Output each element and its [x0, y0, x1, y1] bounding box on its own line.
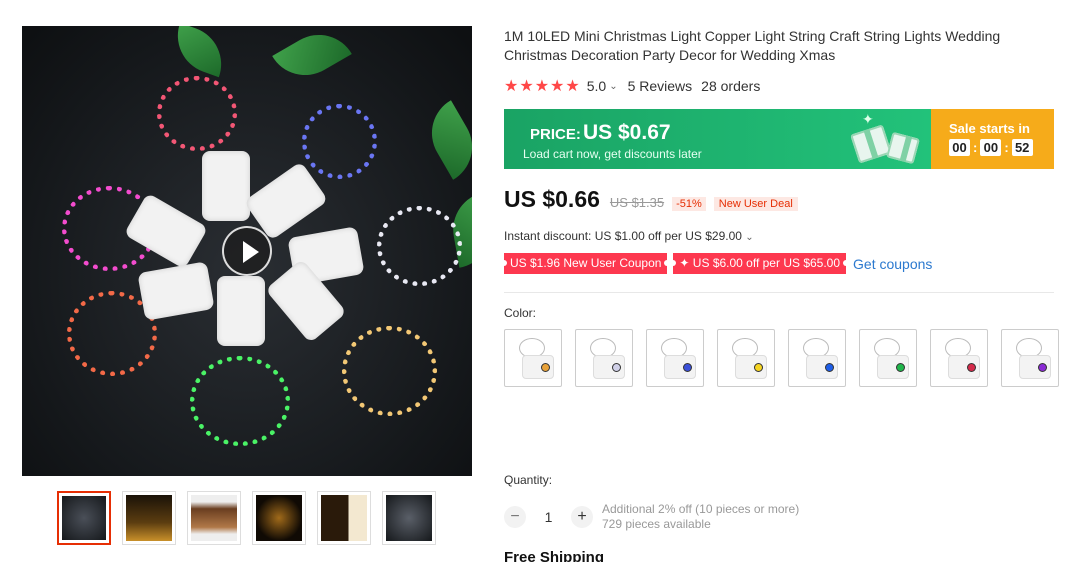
swatch-color-dot	[825, 363, 834, 372]
light-coil-white	[377, 206, 462, 286]
rating-value[interactable]: 5.0	[587, 78, 606, 94]
thumbnail-strip	[57, 491, 436, 545]
swatch-color-dot	[612, 363, 621, 372]
light-coil-blue	[302, 104, 377, 179]
color-swatch-purple[interactable]	[1001, 329, 1059, 387]
swatch-color-dot	[1038, 363, 1047, 372]
battery-box	[202, 151, 250, 221]
leaf-decoration	[418, 100, 472, 180]
leaf-decoration	[167, 26, 232, 78]
price-row: US $0.66 US $1.35 -51% New User Deal	[504, 186, 798, 213]
reviews-link[interactable]: 5 Reviews	[628, 78, 693, 94]
product-main-image[interactable]	[22, 26, 472, 476]
product-title: 1M 10LED Mini Christmas Light Copper Lig…	[504, 28, 1001, 63]
store-coupon[interactable]: ✦ US $6.00 off per US $65.00	[670, 253, 849, 274]
color-label: Color:	[504, 306, 537, 320]
discount-badge: -51%	[672, 197, 706, 211]
chevron-down-icon: ⌄	[745, 232, 754, 243]
new-user-deal-badge: New User Deal	[713, 197, 798, 211]
color-swatch-yellow[interactable]	[717, 329, 775, 387]
coupon-row: US $1.96 New User Coupon ✦ US $6.00 off …	[500, 253, 932, 274]
quantity-info: Additional 2% off (10 pieces or more) 72…	[602, 502, 799, 532]
countdown-seconds: 52	[1011, 139, 1033, 156]
gift-icon	[850, 124, 892, 164]
thumbnail-1[interactable]	[57, 491, 111, 545]
sparkle-icon: ✦	[862, 111, 874, 127]
countdown-minutes: 00	[980, 139, 1002, 156]
color-swatch-green[interactable]	[859, 329, 917, 387]
instant-discount[interactable]: Instant discount: US $1.00 off per US $2…	[504, 229, 754, 243]
promo-price-label: PRICE:	[530, 126, 581, 143]
sale-countdown-area: Sale starts in 00 : 00 : 52	[931, 109, 1054, 169]
color-swatch-white[interactable]	[575, 329, 633, 387]
thumbnail-2[interactable]	[122, 491, 176, 545]
color-swatch-warm-white[interactable]	[504, 329, 562, 387]
new-user-coupon[interactable]: US $1.96 New User Coupon	[500, 253, 671, 274]
swatch-color-dot	[683, 363, 692, 372]
promo-price-area: PRICE: US $0.67 Load cart now, get disco…	[504, 109, 931, 169]
color-swatch-blue-white[interactable]	[646, 329, 704, 387]
quantity-label: Quantity:	[504, 473, 553, 487]
divider	[504, 292, 1054, 293]
promo-price: US $0.67	[583, 121, 671, 144]
free-shipping-label: Free Shipping	[504, 549, 605, 562]
light-coil-red	[157, 76, 237, 151]
swatch-color-dot	[754, 363, 763, 372]
thumbnail-5[interactable]	[317, 491, 371, 545]
promo-banner[interactable]: PRICE: US $0.67 Load cart now, get disco…	[504, 109, 1054, 169]
bulk-discount-text: Additional 2% off (10 pieces or more)	[602, 502, 800, 516]
countdown-separator: :	[1004, 140, 1009, 155]
countdown-timer: 00 : 00 : 52	[949, 139, 1054, 156]
quantity-decrease-button[interactable]: −	[504, 506, 526, 528]
color-swatch-blue[interactable]	[788, 329, 846, 387]
battery-box	[217, 276, 265, 346]
quantity-input[interactable]	[526, 509, 571, 525]
rating-stars: ★★★★★	[504, 78, 581, 95]
swatch-color-dot	[896, 363, 905, 372]
leaf-decoration	[272, 26, 352, 89]
countdown-separator: :	[973, 140, 978, 155]
color-swatches	[504, 329, 1064, 387]
light-coil-green	[190, 356, 290, 446]
gift-icon	[886, 131, 920, 165]
promo-subtext: Load cart now, get discounts later	[523, 147, 702, 161]
chevron-down-icon[interactable]: ⌄	[609, 81, 617, 92]
original-price: US $1.35	[609, 195, 665, 210]
stock-available-text: 729 pieces available	[602, 517, 711, 531]
swatch-color-dot	[967, 363, 976, 372]
thumbnail-6[interactable]	[382, 491, 436, 545]
current-price: US $0.66	[504, 186, 600, 212]
light-coil-warm	[342, 326, 437, 416]
instant-discount-text: Instant discount: US $1.00 off per US $2…	[504, 229, 742, 243]
orders-count: 28 orders	[701, 78, 761, 94]
thumbnail-3[interactable]	[187, 491, 241, 545]
countdown-hours: 00	[949, 139, 970, 156]
quantity-stepper: − + Additional 2% off (10 pieces or more…	[504, 502, 799, 532]
get-coupons-link[interactable]: Get coupons	[853, 256, 932, 272]
swatch-color-dot	[541, 363, 550, 372]
thumbnail-4[interactable]	[252, 491, 306, 545]
battery-box	[137, 261, 215, 321]
rating-row: ★★★★★ 5.0 ⌄ 5 Reviews 28 orders	[504, 76, 760, 96]
play-video-button[interactable]	[222, 226, 272, 276]
quantity-increase-button[interactable]: +	[571, 506, 593, 528]
sale-starts-label: Sale starts in	[949, 121, 1030, 136]
color-swatch-red[interactable]	[930, 329, 988, 387]
